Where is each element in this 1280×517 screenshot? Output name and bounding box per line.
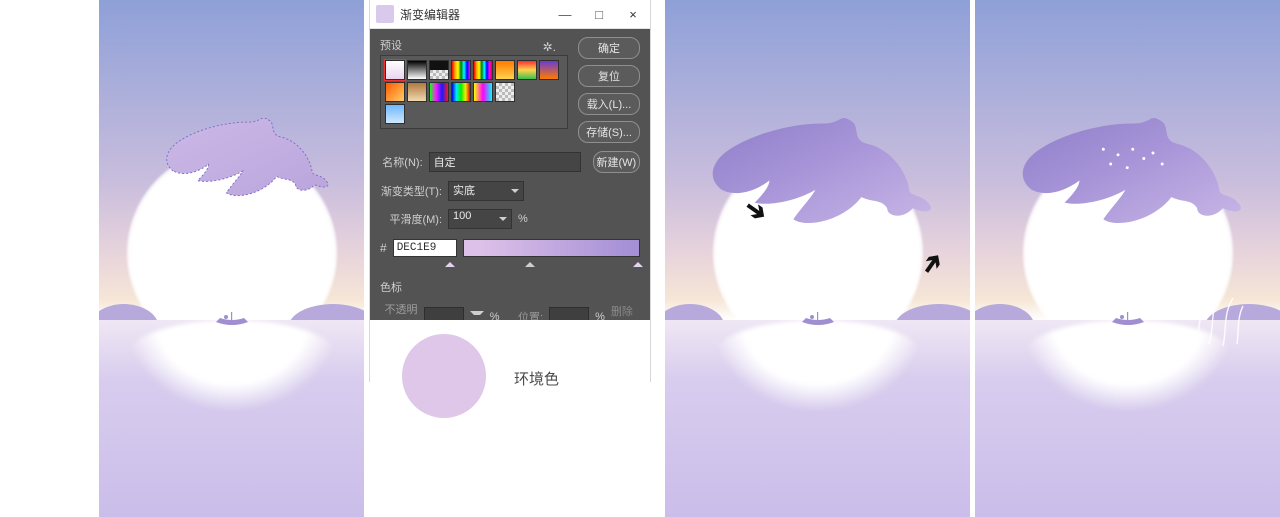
dialog-title: 渐变编辑器 (400, 6, 548, 23)
dolphin-selection[interactable] (161, 118, 331, 206)
preset-swatch[interactable] (407, 82, 427, 102)
reset-button[interactable]: 复位 (578, 65, 640, 87)
artboard-2: ➔ ➔ (665, 0, 970, 517)
dialog-titlebar[interactable]: 渐变编辑器 — □ × (370, 0, 650, 29)
color-stop[interactable] (633, 257, 643, 267)
preset-swatch[interactable] (517, 60, 537, 80)
window-minimize-button[interactable]: — (548, 0, 582, 28)
dialog-icon (376, 5, 394, 23)
preset-swatch[interactable] (429, 60, 449, 80)
environment-color-label: 环境色 (514, 368, 559, 389)
artboard-1 (99, 0, 364, 517)
ok-button[interactable]: 确定 (578, 37, 640, 59)
dolphin-final (1015, 118, 1245, 238)
boat-icon (212, 312, 252, 324)
window-close-button[interactable]: × (616, 0, 650, 28)
stops-section-label: 色标 (380, 279, 640, 295)
preset-swatch[interactable] (385, 60, 405, 80)
preset-swatch[interactable] (451, 82, 471, 102)
midpoint-stop[interactable] (525, 257, 535, 267)
preset-swatch[interactable] (429, 82, 449, 102)
percent-label: % (518, 213, 528, 225)
smooth-label: 平滑度(M): (380, 211, 442, 227)
hash-label: # (380, 241, 387, 255)
preset-swatch[interactable] (473, 82, 493, 102)
presets-label: 预设 (380, 40, 402, 52)
save-button[interactable]: 存储(S)... (578, 121, 640, 143)
gradient-stop-track[interactable] (380, 255, 640, 271)
preset-swatch[interactable] (495, 60, 515, 80)
preset-swatch[interactable] (385, 82, 405, 102)
preset-swatch[interactable] (539, 60, 559, 80)
gradient-type-select[interactable]: 实底 (448, 181, 524, 201)
window-maximize-button[interactable]: □ (582, 0, 616, 28)
color-stop[interactable] (445, 257, 455, 267)
environment-color-panel: 环境色 (370, 320, 650, 517)
boat-icon (798, 312, 838, 324)
dolphin-shaded (705, 118, 935, 238)
load-button[interactable]: 载入(L)... (578, 93, 640, 115)
type-label: 渐变类型(T): (380, 183, 442, 199)
artboard-3 (975, 0, 1280, 517)
preset-swatch[interactable] (495, 82, 515, 102)
preset-swatch[interactable] (473, 60, 493, 80)
water-splash (1185, 272, 1255, 352)
preset-swatch[interactable] (385, 104, 405, 124)
boat-icon (1108, 312, 1148, 324)
presets-menu-icon[interactable]: ✲. (543, 40, 556, 54)
gradient-name-input[interactable] (429, 152, 581, 172)
smoothness-input[interactable]: 100 (448, 209, 512, 229)
environment-color-swatch (402, 334, 486, 418)
preset-swatch[interactable] (407, 60, 427, 80)
preset-swatch[interactable] (451, 60, 471, 80)
gradient-presets (380, 55, 568, 129)
new-button[interactable]: 新建(W) (593, 151, 640, 173)
name-label: 名称(N): (380, 154, 423, 170)
